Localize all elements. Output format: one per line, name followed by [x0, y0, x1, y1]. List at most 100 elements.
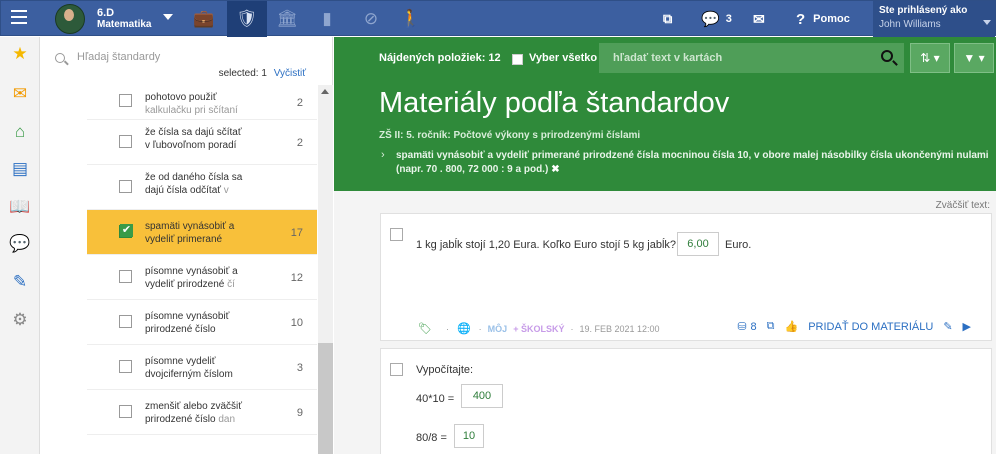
cast-icon[interactable]: ⧉: [663, 1, 683, 37]
remove-standard-icon[interactable]: ✖: [551, 164, 559, 175]
checkbox-checked[interactable]: [119, 224, 133, 238]
standard-text: spamäti vynásobiť a vydeliť primerané pr…: [396, 150, 989, 161]
gear-icon[interactable]: ⚙: [9, 309, 31, 331]
select-all-label[interactable]: Vyber všetko: [529, 52, 597, 64]
help-label: Pomoc: [813, 13, 850, 25]
checkbox[interactable]: [119, 315, 132, 328]
header-banner: Nájdených položiek: 12 Vyber všetko ⇅ ▾ …: [334, 37, 996, 191]
active-standard: spamäti vynásobiť a vydeliť primerané pr…: [396, 149, 996, 177]
list-item[interactable]: že čísla sa dajú sčítať v ľubovoľnom por…: [87, 120, 317, 165]
database-icon[interactable]: ⛁: [737, 320, 746, 333]
list-item[interactable]: pohotovo použiť kalkulačku pri sčítaní 2: [87, 85, 317, 120]
open-book-icon[interactable]: 📖: [9, 196, 31, 218]
list-item[interactable]: písomne vydeliť dvojciferným číslom 3: [87, 345, 317, 390]
clear-selection-link[interactable]: Vyčistiť: [274, 68, 306, 79]
list-item[interactable]: zmenšiť alebo zväčšiť prirodzené číslo d…: [87, 390, 317, 435]
breadcrumb: ZŠ II: 5. ročník: Počtové výkony s priro…: [379, 130, 641, 141]
tag-icon[interactable]: 🏷: [418, 322, 432, 335]
help-button[interactable]: ? Pomoc: [796, 1, 850, 37]
answer-field[interactable]: 10: [454, 424, 484, 448]
chat-bubbles-icon[interactable]: 💬: [9, 233, 31, 255]
card-checkbox[interactable]: [390, 228, 403, 241]
item-label: písomne vynásobiť a vydeliť prirodzené: [145, 266, 238, 290]
card-search-input[interactable]: [599, 43, 904, 73]
question-text: Vypočítajte:: [416, 364, 474, 376]
checkbox[interactable]: [119, 405, 132, 418]
chat-icon: 💬: [701, 11, 720, 28]
item-count: 3: [296, 362, 303, 374]
answer-field[interactable]: 6,00: [677, 232, 719, 256]
card-checkbox[interactable]: [390, 363, 403, 376]
equation-label: 40*10 =: [416, 393, 455, 405]
envelope-icon[interactable]: ✉: [9, 83, 31, 105]
globe-icon[interactable]: 🌐: [457, 322, 471, 335]
institution-icon[interactable]: 🏛: [267, 1, 307, 37]
item-count: 10: [290, 317, 303, 329]
list-item[interactable]: písomne vynásobiť prirodzené číslo 10: [87, 300, 317, 345]
standards-panel: selected: 1 Vyčistiť pohotovo použiť kalk…: [41, 37, 333, 454]
item-count: 9: [296, 407, 303, 419]
chevron-right-icon: ›: [381, 149, 385, 161]
user-name: John Williams: [879, 19, 941, 30]
star-icon[interactable]: ★: [9, 43, 31, 65]
home-icon[interactable]: ⌂: [9, 121, 31, 143]
messages-button[interactable]: 💬 3: [701, 1, 732, 37]
school-badge: + ŠKOLSKÝ: [513, 323, 565, 334]
messages-count: 3: [725, 13, 732, 25]
item-count: 12: [290, 272, 303, 284]
standards-search-input[interactable]: [77, 51, 317, 63]
page-title: Materiály podľa štandardov: [379, 87, 730, 119]
selected-count: selected: 1: [218, 68, 267, 79]
checkbox[interactable]: [119, 180, 132, 193]
sort-icon: ⇅ ▾: [920, 51, 940, 65]
answer-field[interactable]: 400: [461, 384, 503, 408]
search-icon[interactable]: [881, 50, 893, 62]
checkbox[interactable]: [119, 270, 132, 283]
selection-info: selected: 1 Vyčistiť: [219, 68, 306, 79]
bar-chart-icon[interactable]: ▮: [307, 1, 347, 37]
list-item-selected[interactable]: spamäti vynásobiť a vydeliť primerané 17: [87, 210, 317, 255]
scroll-up-icon[interactable]: [321, 89, 329, 94]
briefcase-icon[interactable]: 💼: [184, 1, 224, 37]
checkbox[interactable]: [119, 360, 132, 373]
answer-unit: Euro.: [725, 239, 752, 251]
select-all-checkbox[interactable]: [512, 54, 523, 65]
edit-icon[interactable]: ✎: [943, 320, 952, 333]
filter-button[interactable]: ▼ ▾: [954, 43, 994, 73]
item-label-fade: v: [223, 185, 229, 196]
question-icon: ?: [796, 10, 806, 28]
class-name[interactable]: 6.D: [97, 7, 114, 19]
scrollbar[interactable]: [318, 85, 333, 454]
checkbox[interactable]: [119, 94, 132, 107]
pencil-icon[interactable]: ✎: [9, 271, 31, 293]
zoom-text-label[interactable]: Zväčšiť text:: [936, 200, 990, 211]
usage-count: 8: [750, 320, 757, 333]
item-label: spamäti vynásobiť a vydeliť primerané: [145, 221, 235, 245]
menu-icon[interactable]: [11, 10, 27, 26]
search-icon: [55, 53, 65, 63]
user-menu[interactable]: Ste prihlásený ako John Williams: [873, 1, 995, 37]
class-avatar[interactable]: [55, 4, 85, 34]
list-item[interactable]: že od daného čísla sa dajú čísla odčítať…: [87, 165, 317, 210]
chevron-down-icon[interactable]: [163, 14, 173, 20]
question-card: 1 kg jabĺk stojí 1,20 Eura. Koľko Euro s…: [380, 213, 992, 341]
item-label-fade: kalkulačku pri sčítaní: [145, 105, 238, 116]
chevron-down-icon: [983, 20, 991, 25]
checkbox[interactable]: [119, 135, 132, 148]
add-to-material-button[interactable]: PRIDAŤ DO MATERIÁLU: [808, 321, 933, 333]
standards-list: pohotovo použiť kalkulačku pri sčítaní 2 …: [87, 85, 317, 454]
thumbs-up-icon[interactable]: 👍: [785, 320, 799, 333]
item-label: pohotovo použiť: [145, 92, 217, 103]
list-item[interactable]: písomne vynásobiť a vydeliť prirodzené č…: [87, 255, 317, 300]
play-icon[interactable]: ▶: [963, 320, 971, 333]
scroll-thumb[interactable]: [318, 343, 333, 454]
notebook-icon[interactable]: ▤: [9, 158, 31, 180]
item-count: 17: [290, 227, 303, 239]
shield-icon[interactable]: 🛡: [227, 1, 267, 37]
class-subject[interactable]: Matematika: [97, 19, 151, 30]
compass-icon[interactable]: ⊘: [351, 1, 391, 37]
sort-button[interactable]: ⇅ ▾: [910, 43, 950, 73]
mail-icon[interactable]: ✉: [753, 1, 765, 37]
people-walking-icon[interactable]: 🚶: [391, 1, 431, 37]
cast-icon[interactable]: ⧉: [767, 320, 775, 333]
